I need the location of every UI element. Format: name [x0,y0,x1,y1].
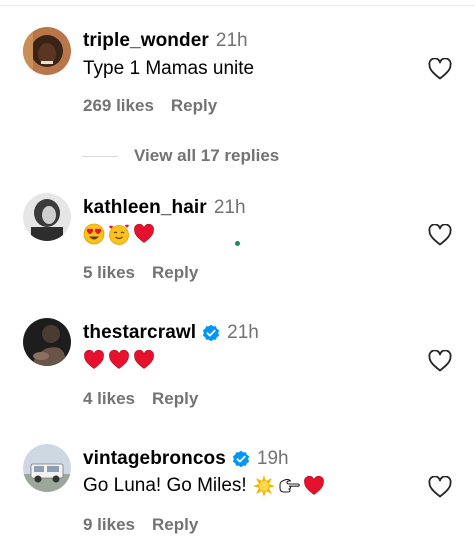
red-heart-emoji [134,349,154,369]
username[interactable]: vintagebroncos [83,448,226,470]
heart-eyes-emoji [83,223,105,245]
reply-button[interactable]: Reply [152,389,198,408]
username[interactable]: kathleen_hair [83,197,207,219]
username[interactable]: triple_wonder [83,30,209,52]
comment-header: kathleen_hair 21h [83,197,246,219]
likes-count[interactable]: 4 likes [83,389,135,408]
reply-button[interactable]: Reply [152,515,198,534]
comment-meta: 5 likes Reply [83,263,198,283]
view-replies-label: View all 17 replies [134,146,280,165]
red-heart-emoji [303,475,324,495]
comment-header: triple_wonder 21h [83,30,248,52]
comment-emojis [83,223,158,245]
avatar[interactable] [23,444,71,492]
verified-badge-icon [232,450,249,468]
likes-count[interactable]: 5 likes [83,263,135,282]
timestamp: 21h [227,322,259,343]
comment-header: vintagebroncos 19h [83,448,289,470]
comment-meta: 9 likes Reply [83,515,198,535]
comment-header: thestarcrawl 21h [83,322,259,344]
smiling-hearts-emoji [109,224,129,245]
verified-badge-icon [203,324,220,342]
like-heart-icon[interactable] [428,58,452,80]
username[interactable]: thestarcrawl [83,322,196,344]
red-heart-emoji [84,349,104,369]
red-heart-emoji [134,223,154,243]
view-replies-button[interactable]: View all 17 replies [82,146,279,166]
view-replies-line [82,155,118,157]
like-heart-icon[interactable] [428,476,452,498]
green-dot [235,241,240,246]
comment-meta: 4 likes Reply [83,389,198,409]
like-heart-icon[interactable] [428,350,452,372]
reply-button[interactable]: Reply [152,263,198,282]
likes-count[interactable]: 9 likes [83,515,135,534]
timestamp: 21h [215,30,248,51]
timestamp: 21h [213,197,246,218]
avatar[interactable] [23,27,71,75]
avatar[interactable] [23,193,71,241]
top-divider [0,5,475,6]
sun-emoji [252,475,275,497]
likes-count[interactable]: 269 likes [83,96,154,115]
comment-text: Go Luna! Go Miles! [83,475,247,496]
pointing-hand-emoji [279,478,300,493]
comment-text: Type 1 Mamas unite [83,58,255,79]
red-heart-emoji [109,349,129,369]
avatar[interactable] [23,318,71,366]
timestamp: 19h [256,448,289,469]
like-heart-icon[interactable] [428,224,452,246]
reply-button[interactable]: Reply [171,96,217,115]
comment-text-row: Go Luna! Go Miles! [83,475,328,497]
comment-meta: 269 likes Reply [83,96,217,116]
comment-emojis [83,349,158,371]
